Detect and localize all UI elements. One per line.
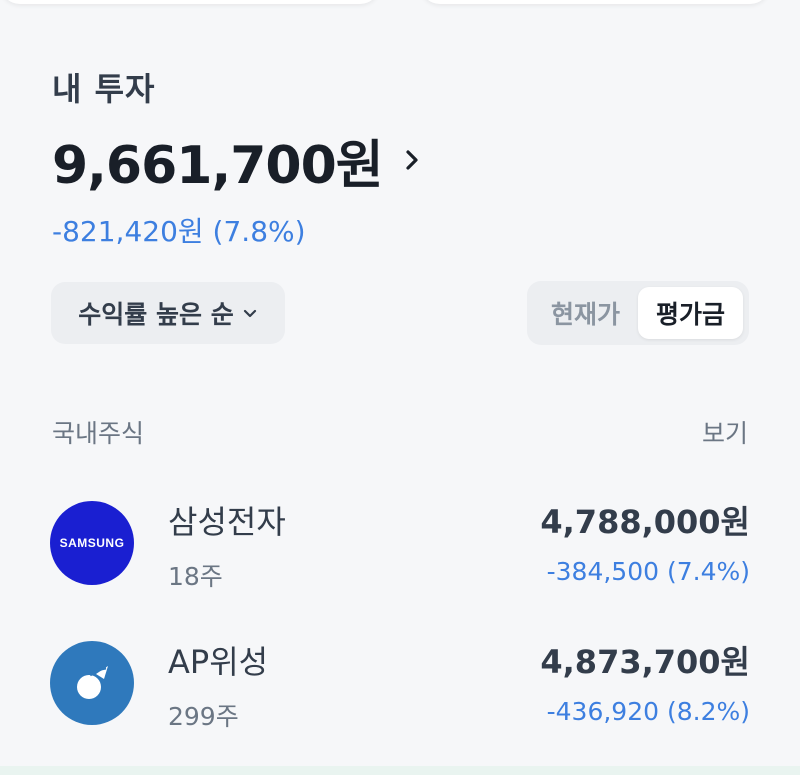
stock-name: AP위성 <box>168 643 269 681</box>
total-amount-link[interactable]: 9,661,700원 <box>52 128 423 196</box>
top-card-right[interactable] <box>420 0 770 4</box>
total-amount: 9,661,700원 <box>52 135 384 196</box>
stock-row-ap-satellite[interactable]: AP위성 299주 4,873,700원 -436,920 (8.2%) <box>50 637 750 731</box>
samsung-logo-text: SAMSUNG <box>59 536 125 550</box>
chevron-down-icon <box>242 305 258 321</box>
stock-value: 4,788,000원 <box>540 503 750 541</box>
previous-section-cards <box>0 0 800 10</box>
view-button[interactable]: 보기 <box>702 414 748 450</box>
chevron-right-icon <box>401 149 423 171</box>
stock-name: 삼성전자 <box>168 503 286 541</box>
total-change: -821,420원 (7.8%) <box>52 215 306 248</box>
section-title: 내 투자 <box>52 70 156 108</box>
stock-change: -436,920 (8.2%) <box>546 697 750 726</box>
stock-value: 4,873,700원 <box>540 643 750 681</box>
toggle-valuation[interactable]: 평가금 <box>638 287 743 339</box>
sort-label: 수익률 높은 순 <box>78 300 234 329</box>
bottom-section-edge <box>0 766 800 775</box>
stock-row-samsung[interactable]: SAMSUNG 삼성전자 18주 4,788,000원 -384,500 (7.… <box>50 497 750 591</box>
category-label: 국내주식 <box>52 419 145 448</box>
toggle-current-price[interactable]: 현재가 <box>533 287 638 339</box>
price-view-toggle: 현재가 평가금 <box>527 281 749 345</box>
stock-quantity: 18주 <box>168 562 223 591</box>
stock-quantity: 299주 <box>168 702 239 731</box>
sort-dropdown-button[interactable]: 수익률 높은 순 <box>51 282 285 344</box>
ap-satellite-logo-icon <box>50 641 134 725</box>
stock-change: -384,500 (7.4%) <box>546 557 750 586</box>
top-card-left[interactable] <box>0 0 380 4</box>
samsung-logo-icon: SAMSUNG <box>50 501 134 585</box>
